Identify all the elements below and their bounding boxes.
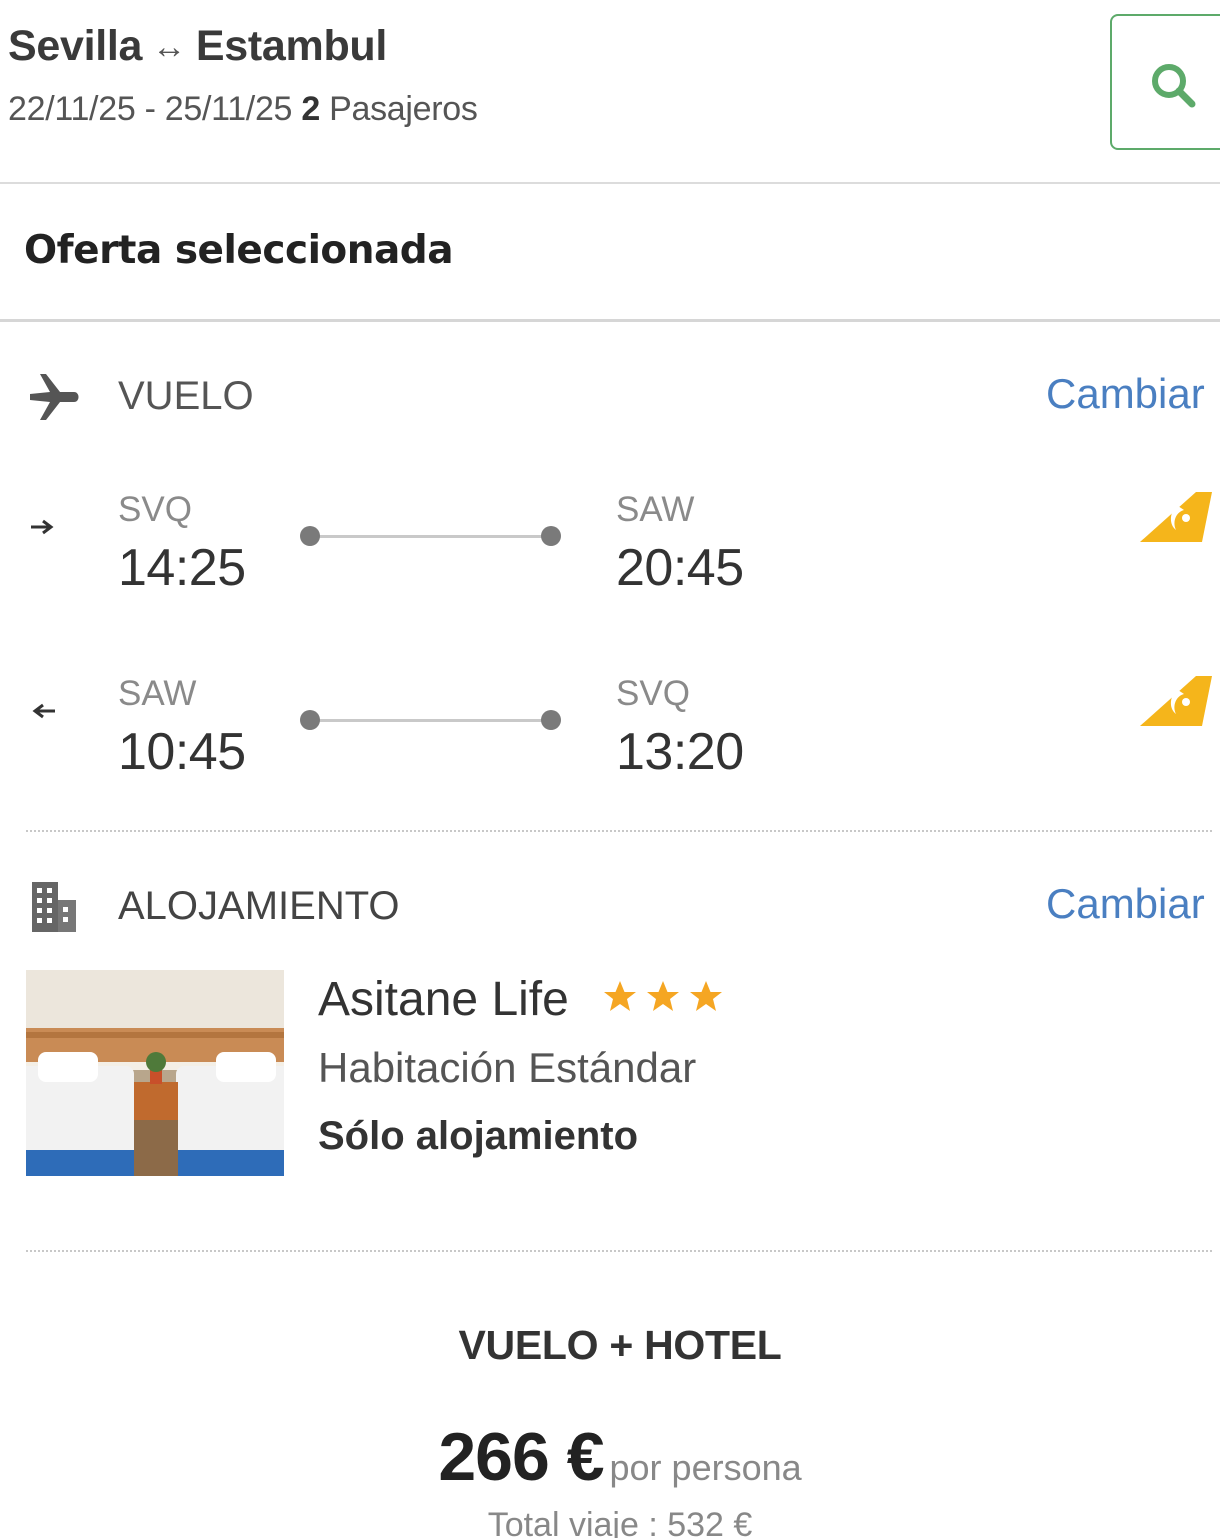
airline-logo-icon [1140, 676, 1212, 726]
passenger-label: Pasajeros [329, 90, 478, 128]
offer-title: Oferta seleccionada [24, 228, 454, 273]
passenger-count: 2 [301, 90, 320, 128]
arrival-airport-code: SAW [616, 490, 695, 529]
departure-time: 10:45 [118, 723, 246, 781]
search-summary: Sevilla ↔ Estambul 22/11/25 - 25/11/25 2 P… [0, 0, 1220, 184]
airplane-icon [30, 374, 79, 420]
room-type: Habitación Estándar [318, 1044, 697, 1091]
section-divider [26, 1250, 1212, 1252]
star-icon [604, 981, 636, 1011]
price-amount: 266 € [438, 1419, 604, 1495]
hotel-photo[interactable] [26, 970, 284, 1176]
departure-airport-code: SAW [118, 674, 197, 713]
building-icon [32, 882, 76, 932]
route-end-dot [541, 710, 561, 730]
arrival-time: 20:45 [616, 539, 744, 597]
round-trip-arrow-icon: ↔ [152, 28, 186, 66]
arrow-left-icon [32, 703, 55, 719]
hotel-name[interactable]: Asitane Life [318, 972, 569, 1027]
flight-leg-return[interactable]: SAW 10:45 SVQ 13:20 [0, 656, 1220, 796]
price-per-person: 266 € por persona [0, 1418, 1220, 1496]
flight-route-line [310, 719, 552, 722]
flight-section-label: VUELO [118, 374, 254, 418]
board-type: Sólo alojamiento [318, 1114, 639, 1158]
origin-city: Sevilla [8, 22, 143, 70]
change-flight-link[interactable]: Cambiar [1046, 370, 1205, 418]
change-hotel-link[interactable]: Cambiar [1046, 880, 1205, 928]
star-rating [604, 981, 722, 1011]
search-icon [1152, 64, 1196, 108]
route-start-dot [300, 526, 320, 546]
section-divider [26, 830, 1212, 832]
hotel-section-label: ALOJAMIENTO [118, 884, 400, 928]
route-title: Sevilla ↔ Estambul [8, 22, 387, 71]
airline-logo-icon [1140, 492, 1212, 542]
route-start-dot [300, 710, 320, 730]
star-icon [647, 981, 679, 1011]
departure-airport-code: SVQ [118, 490, 192, 529]
route-end-dot [541, 526, 561, 546]
offer-header: Oferta seleccionada [0, 186, 1220, 322]
trip-total: Total viaje : 532 € [487, 1506, 753, 1538]
arrival-time: 13:20 [616, 723, 744, 781]
flight-route-line [310, 535, 552, 538]
package-label: VUELO + HOTEL [458, 1322, 782, 1368]
departure-time: 14:25 [118, 539, 246, 597]
price-unit: por persona [609, 1447, 802, 1488]
modify-search-button[interactable] [1110, 14, 1220, 150]
arrival-airport-code: SVQ [616, 674, 690, 713]
destination-city: Estambul [195, 22, 388, 70]
trip-meta: 22/11/25 - 25/11/25 2 Pasajeros [8, 90, 478, 129]
flight-leg-outbound[interactable]: SVQ 14:25 SAW 20:45 [0, 472, 1220, 612]
star-icon [690, 981, 722, 1011]
arrow-right-icon [31, 519, 54, 535]
trip-dates: 22/11/25 - 25/11/25 [8, 90, 293, 128]
